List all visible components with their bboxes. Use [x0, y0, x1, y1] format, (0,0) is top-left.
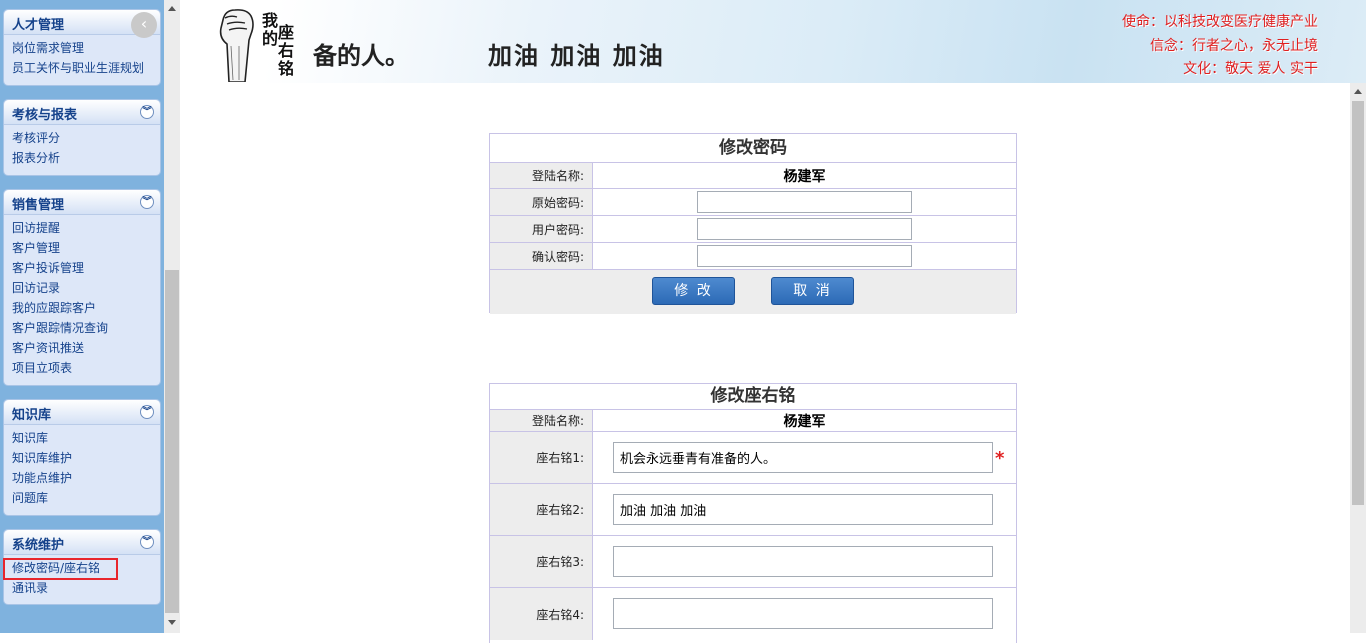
- banner-vertical-text-1: 我的: [262, 11, 279, 48]
- selection-highlight: [3, 558, 118, 580]
- banner-belief: 信念：行者之心，永无止境: [1150, 38, 1318, 54]
- panel-title: 知识库: [12, 408, 52, 423]
- sidebar-item-report-analysis[interactable]: 报表分析: [12, 148, 160, 168]
- new-password-input[interactable]: [697, 218, 912, 240]
- sidebar-scrollbar[interactable]: [164, 0, 180, 633]
- login-name-label: 登陆名称:: [490, 163, 593, 188]
- motto-banner: 我的 座右铭 备的人。 加油 加油 加油 使命：以科技改变医疗健康产业 信念：行…: [180, 0, 1366, 83]
- scroll-up-icon[interactable]: [168, 6, 176, 11]
- submit-password-button[interactable]: 修 改: [652, 277, 735, 305]
- cancel-password-button[interactable]: 取 消: [771, 277, 854, 305]
- motto1-label: 座右铭1:: [490, 432, 593, 483]
- motto-form-title: 修改座右铭: [490, 384, 1016, 410]
- sidebar-item-visit-records[interactable]: 回访记录: [12, 278, 160, 298]
- sidebar-item-complaints[interactable]: 客户投诉管理: [12, 258, 160, 278]
- banner-vertical-text-2: 座右铭: [278, 23, 295, 78]
- fist-icon: [219, 9, 254, 82]
- chevron-down-icon[interactable]: ︾: [140, 105, 154, 119]
- password-form-title: 修改密码: [490, 134, 1016, 163]
- banner-culture: 文化：敬天 爱人 实干: [1183, 61, 1318, 77]
- scroll-up-icon[interactable]: [1354, 89, 1362, 94]
- scrollbar-thumb[interactable]: [165, 270, 179, 613]
- required-asterisk: *: [995, 448, 1005, 469]
- chevron-down-icon[interactable]: ︾: [140, 405, 154, 419]
- sidebar-item-feature-maint[interactable]: 功能点维护: [12, 468, 160, 488]
- panel-header[interactable]: 人才管理 ‹: [4, 10, 160, 38]
- confirm-password-input[interactable]: [697, 245, 912, 267]
- sidebar-item-employee-care[interactable]: 员工关怀与职业生涯规划: [12, 58, 160, 78]
- motto3-input[interactable]: [613, 546, 993, 577]
- sidebar-item-tracking-query[interactable]: 客户跟踪情况查询: [12, 318, 160, 338]
- panel-title: 人才管理: [12, 18, 65, 33]
- main-scrollbar[interactable]: [1350, 83, 1366, 633]
- scrollbar-thumb[interactable]: [1352, 101, 1364, 505]
- panel-title: 系统维护: [12, 538, 65, 553]
- login-name-value: 杨建军: [783, 168, 826, 185]
- sidebar-item-customer-mgmt[interactable]: 客户管理: [12, 238, 160, 258]
- chevron-down-icon[interactable]: ︾: [140, 535, 154, 549]
- motto4-label: 座右铭4:: [490, 588, 593, 640]
- old-password-input[interactable]: [697, 191, 912, 213]
- sidebar-item-assessment-score[interactable]: 考核评分: [12, 128, 160, 148]
- panel-header[interactable]: 系统维护 ︾: [4, 530, 160, 555]
- panel-header[interactable]: 知识库 ︾: [4, 400, 160, 425]
- sidebar-item-contacts[interactable]: 通讯录: [12, 578, 160, 598]
- panel-header[interactable]: 销售管理 ︾: [4, 190, 160, 215]
- sidebar-item-project-setup[interactable]: 项目立项表: [12, 358, 160, 378]
- motto-form: 修改座右铭 登陆名称: 杨建军 座右铭1: * 座右铭2: 座右铭3: 座右铭4…: [489, 383, 1017, 643]
- banner-motto-2: 加油 加油 加油: [488, 41, 665, 70]
- chevron-left-icon[interactable]: ‹: [131, 12, 157, 38]
- motto-login-name-label: 登陆名称:: [490, 410, 593, 431]
- scroll-down-icon[interactable]: [168, 620, 176, 625]
- motto3-label: 座右铭3:: [490, 536, 593, 587]
- password-form: 修改密码 登陆名称: 杨建军 原始密码: 用户密码: 确认密码: 修 改 取 消: [489, 133, 1017, 314]
- sidebar-item-visit-reminder[interactable]: 回访提醒: [12, 218, 160, 238]
- sidebar-item-news-push[interactable]: 客户资讯推送: [12, 338, 160, 358]
- old-password-label: 原始密码:: [490, 189, 593, 215]
- panel-title: 销售管理: [12, 198, 65, 213]
- sidebar-item-job-demand[interactable]: 岗位需求管理: [12, 38, 160, 58]
- new-password-label: 用户密码:: [490, 216, 593, 242]
- confirm-password-label: 确认密码:: [490, 243, 593, 269]
- chevron-down-icon[interactable]: ︾: [140, 195, 154, 209]
- motto2-label: 座右铭2:: [490, 484, 593, 535]
- panel-assessment: 考核与报表 ︾ 考核评分 报表分析: [3, 99, 161, 176]
- sidebar-item-knowledge[interactable]: 知识库: [12, 428, 160, 448]
- sidebar-item-issue-base[interactable]: 问题库: [12, 488, 160, 508]
- banner-mission: 使命：以科技改变医疗健康产业: [1122, 14, 1318, 30]
- motto4-input[interactable]: [613, 598, 993, 629]
- motto2-input[interactable]: [613, 494, 993, 525]
- motto1-input[interactable]: [613, 442, 993, 473]
- panel-header[interactable]: 考核与报表 ︾: [4, 100, 160, 125]
- panel-knowledge: 知识库 ︾ 知识库 知识库维护 功能点维护 问题库: [3, 399, 161, 516]
- panel-sales: 销售管理 ︾ 回访提醒 客户管理 客户投诉管理 回访记录 我的应跟踪客户 客户跟…: [3, 189, 161, 386]
- sidebar-item-knowledge-maint[interactable]: 知识库维护: [12, 448, 160, 468]
- sidebar: 人才管理 ‹ 岗位需求管理 员工关怀与职业生涯规划 考核与报表 ︾ 考核评分 报…: [0, 0, 164, 633]
- sidebar-item-my-tracking[interactable]: 我的应跟踪客户: [12, 298, 160, 318]
- panel-talent: 人才管理 ‹ 岗位需求管理 员工关怀与职业生涯规划: [3, 9, 161, 86]
- banner-motto-1: 备的人。: [313, 41, 409, 70]
- motto-login-name-value: 杨建军: [783, 413, 826, 430]
- panel-title: 考核与报表: [12, 108, 78, 123]
